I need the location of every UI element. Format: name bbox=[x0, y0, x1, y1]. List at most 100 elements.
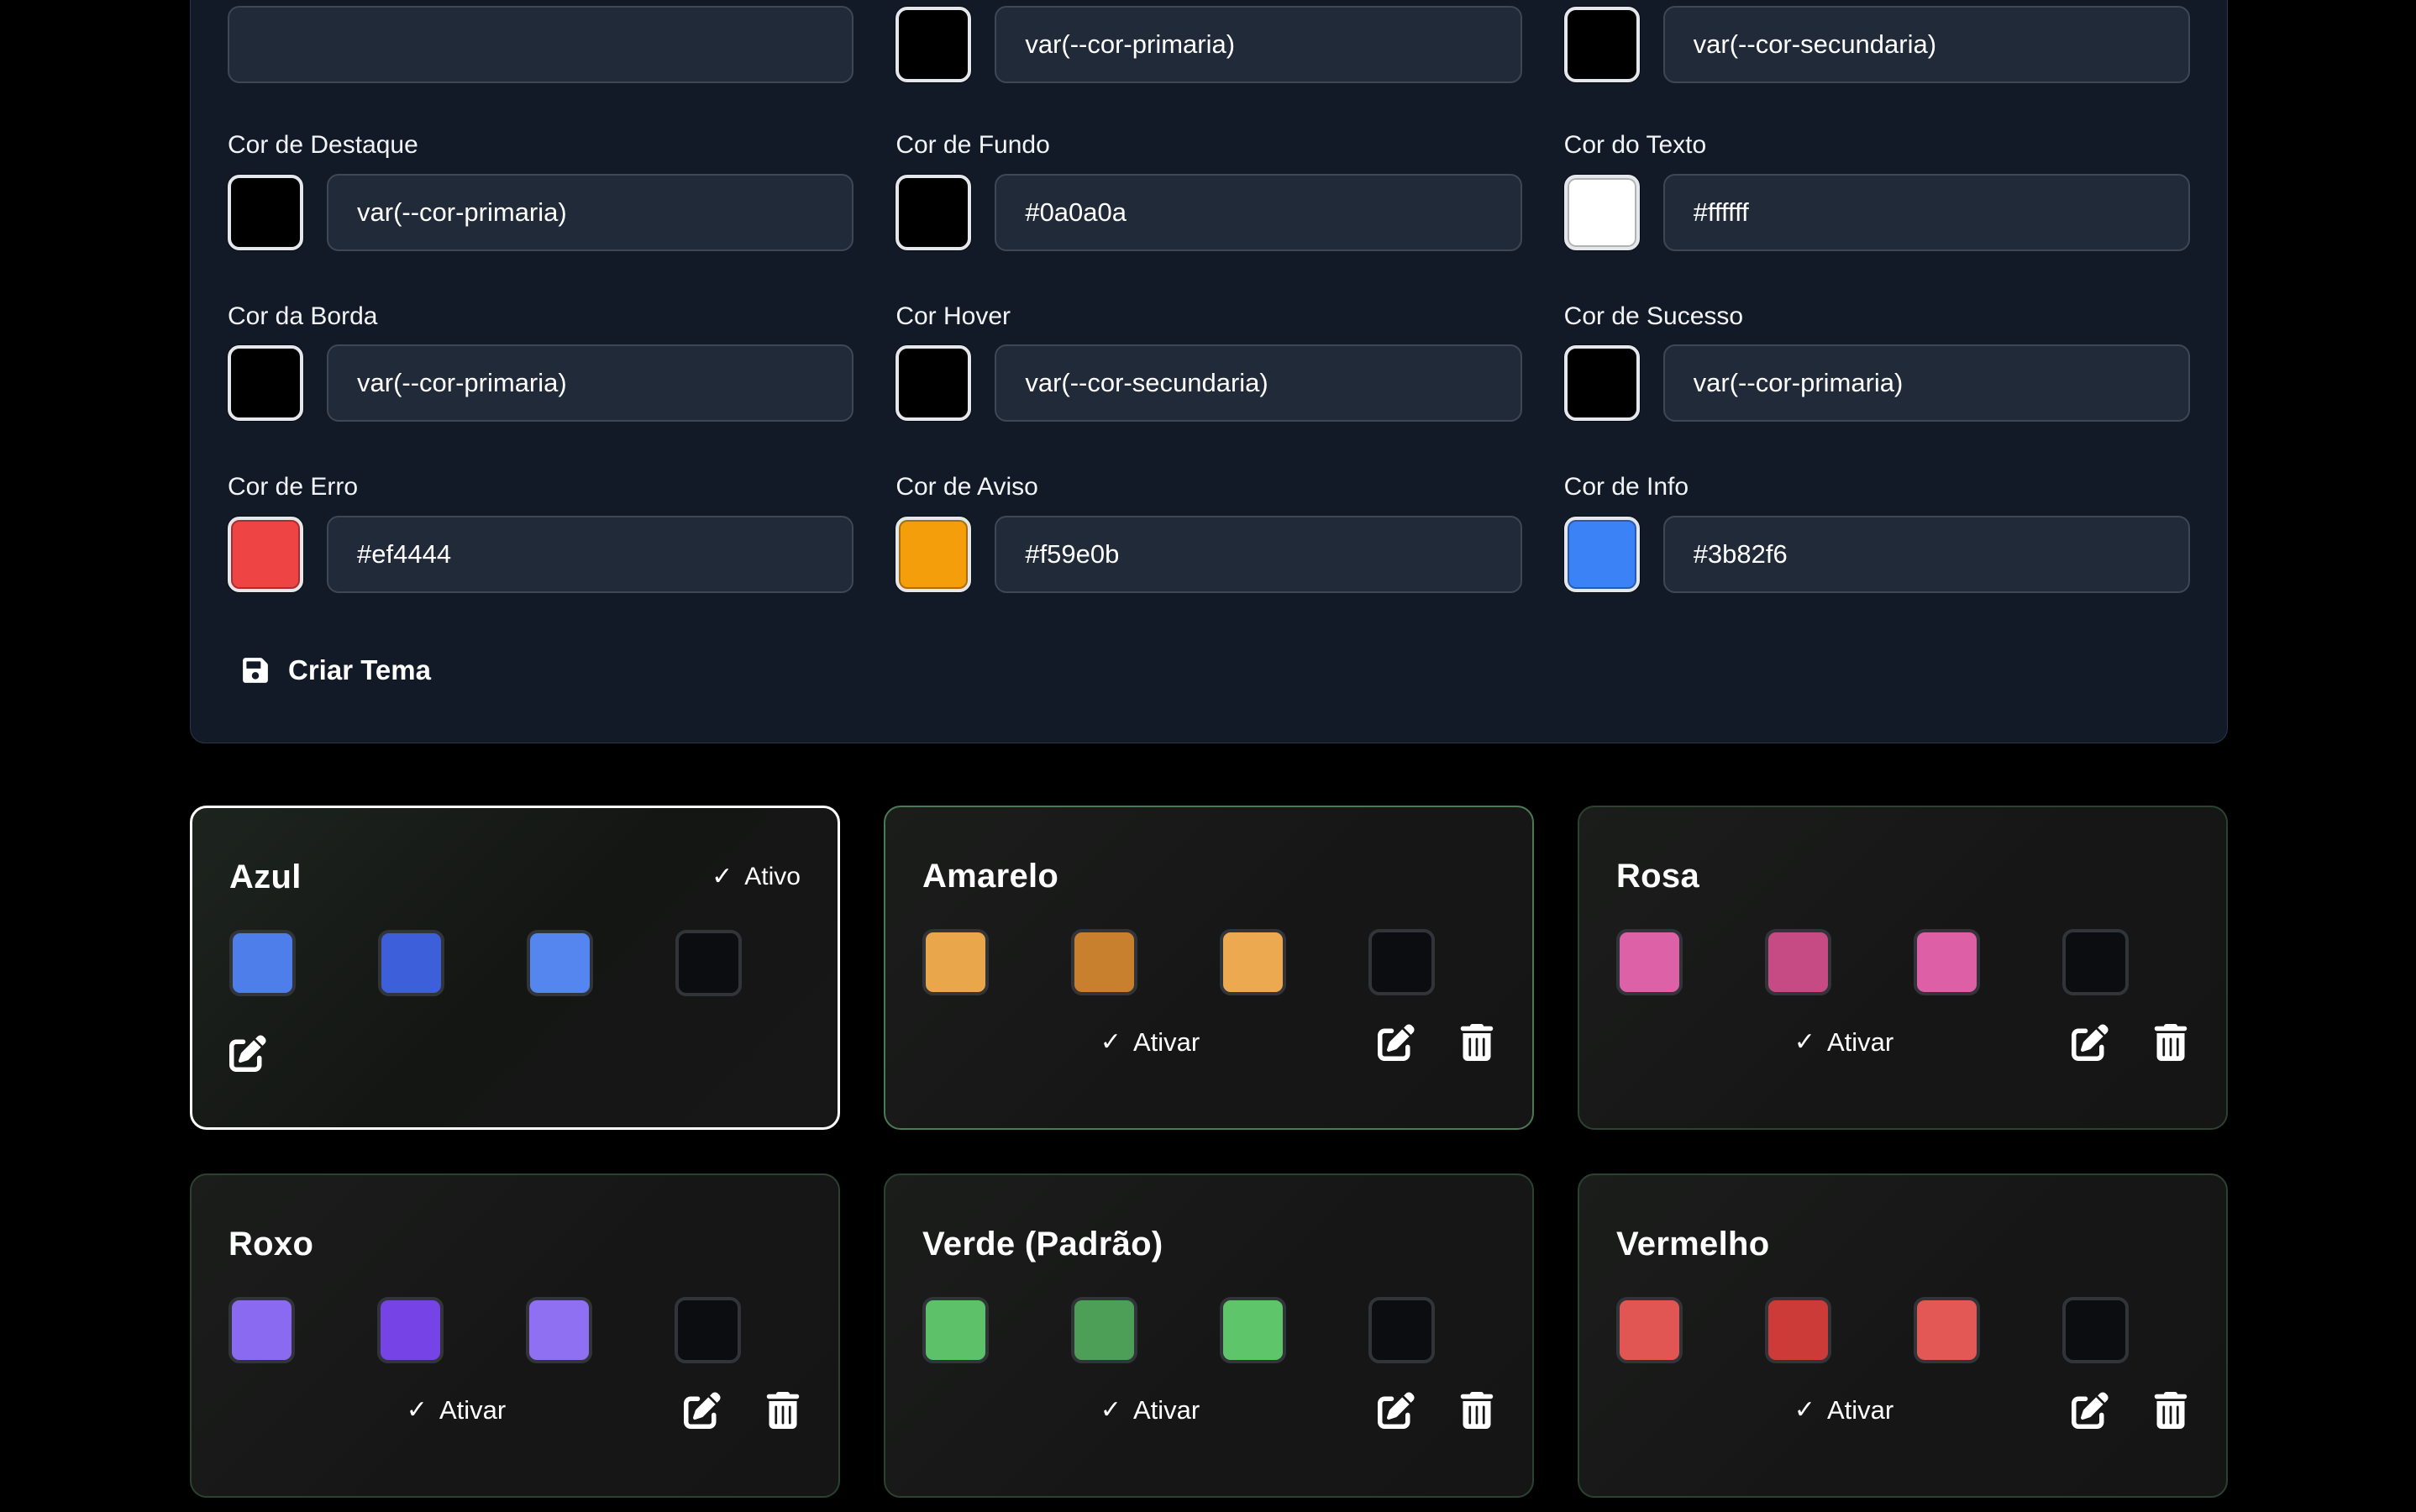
theme-card-roxo[interactable]: Roxo ✓ Ativar bbox=[190, 1173, 840, 1498]
palette-swatch bbox=[1616, 1297, 1683, 1363]
text-color-swatch[interactable] bbox=[1564, 175, 1640, 250]
pen-square-icon bbox=[684, 1392, 721, 1429]
info-color-swatch[interactable] bbox=[1564, 517, 1640, 592]
activate-theme-button[interactable]: ✓ Ativar bbox=[1616, 1027, 2072, 1058]
theme-card-grid: Azul ✓ Ativo Amarelo bbox=[190, 806, 2228, 1498]
activate-theme-button[interactable]: ✓ Ativar bbox=[922, 1395, 1378, 1425]
palette-swatch bbox=[2062, 1297, 2129, 1363]
delete-theme-button[interactable] bbox=[2152, 1024, 2189, 1061]
card-actions: ✓ Ativar bbox=[228, 1392, 801, 1429]
theme-settings-page: Cor de Destaque Cor de Fundo Cor do Text… bbox=[190, 0, 2228, 1498]
secondary-color-input[interactable] bbox=[1663, 6, 2190, 83]
theme-card-rosa[interactable]: Rosa ✓ Ativar bbox=[1578, 806, 2228, 1130]
pen-square-icon bbox=[229, 1035, 266, 1072]
palette-row bbox=[1616, 929, 2189, 995]
trash-icon bbox=[2152, 1392, 2189, 1429]
field-label: Cor de Destaque bbox=[228, 132, 853, 159]
text-color-field: Cor do Texto bbox=[1564, 132, 2190, 251]
create-theme-button[interactable]: Criar Tema bbox=[238, 648, 434, 692]
edit-theme-button[interactable] bbox=[2072, 1392, 2109, 1429]
activate-label: Ativar bbox=[1133, 1027, 1200, 1058]
theme-card-title: Amarelo bbox=[922, 858, 1058, 895]
primary-color-swatch[interactable] bbox=[895, 7, 971, 82]
activate-theme-button[interactable]: ✓ Ativar bbox=[228, 1395, 684, 1425]
field-label: Cor de Info bbox=[1564, 474, 2190, 501]
field-label: Cor do Texto bbox=[1564, 132, 2190, 159]
palette-swatch bbox=[228, 1297, 295, 1363]
delete-theme-button[interactable] bbox=[2152, 1392, 2189, 1429]
theme-card-vermelho[interactable]: Vermelho ✓ Ativar bbox=[1578, 1173, 2228, 1498]
palette-swatch bbox=[1914, 929, 1980, 995]
theme-card-title: Verde (Padrão) bbox=[922, 1226, 1163, 1263]
info-color-input[interactable] bbox=[1663, 516, 2190, 593]
theme-name-field bbox=[228, 6, 853, 83]
success-color-input[interactable] bbox=[1663, 344, 2190, 422]
edit-theme-button[interactable] bbox=[2072, 1024, 2109, 1061]
border-color-input[interactable] bbox=[327, 344, 853, 422]
card-actions: ✓ Ativar bbox=[922, 1392, 1495, 1429]
accent-color-swatch[interactable] bbox=[228, 175, 303, 250]
theme-card-title: Rosa bbox=[1616, 858, 1699, 895]
theme-card-azul[interactable]: Azul ✓ Ativo bbox=[190, 806, 840, 1130]
palette-swatch bbox=[1220, 929, 1286, 995]
delete-theme-button[interactable] bbox=[1458, 1392, 1495, 1429]
card-actions: ✓ Ativar bbox=[922, 1024, 1495, 1061]
error-color-swatch[interactable] bbox=[228, 517, 303, 592]
pen-square-icon bbox=[1378, 1392, 1415, 1429]
info-color-field: Cor de Info bbox=[1564, 474, 2190, 593]
primary-color-input[interactable] bbox=[995, 6, 1521, 83]
delete-theme-button[interactable] bbox=[1458, 1024, 1495, 1061]
background-color-input[interactable] bbox=[995, 174, 1521, 251]
border-color-swatch[interactable] bbox=[228, 345, 303, 421]
background-color-field: Cor de Fundo bbox=[895, 132, 1521, 251]
secondary-color-swatch[interactable] bbox=[1564, 7, 1640, 82]
form-row-top bbox=[228, 6, 2190, 83]
active-status-label: Ativo bbox=[744, 863, 801, 891]
theme-card-title: Vermelho bbox=[1616, 1226, 1769, 1263]
activate-theme-button[interactable]: ✓ Ativar bbox=[922, 1027, 1378, 1058]
theme-card-verde[interactable]: Verde (Padrão) ✓ Ativar bbox=[884, 1173, 1534, 1498]
form-row-3: Cor de Erro Cor de Aviso Cor de Info bbox=[228, 474, 2190, 593]
theme-card-title: Roxo bbox=[228, 1226, 313, 1263]
palette-swatch bbox=[1616, 929, 1683, 995]
hover-color-input[interactable] bbox=[995, 344, 1521, 422]
edit-theme-button[interactable] bbox=[229, 1035, 266, 1072]
check-icon: ✓ bbox=[1794, 1030, 1815, 1055]
theme-creation-form: Cor de Destaque Cor de Fundo Cor do Text… bbox=[190, 0, 2228, 743]
trash-icon bbox=[1458, 1024, 1495, 1061]
warning-color-input[interactable] bbox=[995, 516, 1521, 593]
hover-color-swatch[interactable] bbox=[895, 345, 971, 421]
activate-label: Ativar bbox=[1827, 1395, 1893, 1425]
edit-theme-button[interactable] bbox=[684, 1392, 721, 1429]
edit-theme-button[interactable] bbox=[1378, 1024, 1415, 1061]
activate-theme-button[interactable]: ✓ Ativar bbox=[1616, 1395, 2072, 1425]
success-color-field: Cor de Sucesso bbox=[1564, 303, 2190, 423]
card-actions bbox=[229, 1035, 801, 1072]
create-theme-label: Criar Tema bbox=[288, 654, 431, 686]
palette-swatch bbox=[922, 929, 989, 995]
palette-swatch bbox=[1368, 1297, 1435, 1363]
palette-swatch bbox=[1220, 1297, 1286, 1363]
theme-card-amarelo[interactable]: Amarelo ✓ Ativar bbox=[884, 806, 1534, 1130]
palette-swatch bbox=[675, 930, 742, 996]
palette-row bbox=[922, 1297, 1495, 1363]
palette-swatch bbox=[922, 1297, 989, 1363]
text-color-input[interactable] bbox=[1663, 174, 2190, 251]
border-color-field: Cor da Borda bbox=[228, 303, 853, 423]
background-color-swatch[interactable] bbox=[895, 175, 971, 250]
theme-name-input[interactable] bbox=[228, 6, 853, 83]
delete-theme-button[interactable] bbox=[764, 1392, 801, 1429]
palette-swatch bbox=[1914, 1297, 1980, 1363]
edit-theme-button[interactable] bbox=[1378, 1392, 1415, 1429]
error-color-input[interactable] bbox=[327, 516, 853, 593]
activate-label: Ativar bbox=[1133, 1395, 1200, 1425]
palette-swatch bbox=[229, 930, 296, 996]
card-actions: ✓ Ativar bbox=[1616, 1392, 2189, 1429]
accent-color-input[interactable] bbox=[327, 174, 853, 251]
palette-swatch bbox=[378, 930, 444, 996]
warning-color-swatch[interactable] bbox=[895, 517, 971, 592]
palette-swatch bbox=[675, 1297, 741, 1363]
pen-square-icon bbox=[2072, 1024, 2109, 1061]
success-color-swatch[interactable] bbox=[1564, 345, 1640, 421]
palette-swatch bbox=[1071, 1297, 1137, 1363]
